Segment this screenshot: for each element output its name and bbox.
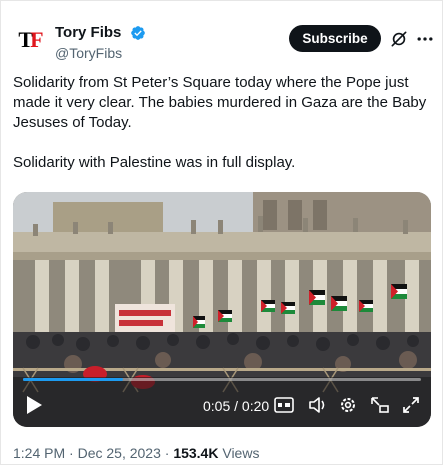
- captions-icon: [274, 397, 294, 413]
- tweet-meta: 1:24 PM · Dec 25, 2023 · 153.4K Views: [13, 445, 259, 461]
- avatar-letter-t: T: [18, 27, 33, 52]
- pip-icon: [371, 397, 389, 413]
- tweet-paragraph: Solidarity with Palestine was in full di…: [13, 154, 296, 171]
- views-count: 153.4K: [173, 445, 219, 461]
- video-player[interactable]: 0:05 / 0:20: [13, 192, 431, 427]
- video-progress-fill: [23, 378, 123, 381]
- tweet-card: TF Tory Fibs @ToryFibs Subscribe Solidar…: [0, 0, 443, 465]
- volume-icon: [309, 397, 325, 413]
- expand-icon: [403, 397, 419, 413]
- play-button[interactable]: [22, 393, 46, 417]
- author-info: Tory Fibs @ToryFibs: [55, 24, 146, 61]
- captions-button[interactable]: [273, 395, 295, 415]
- play-icon: [27, 396, 42, 414]
- tweet-timestamp[interactable]: 1:24 PM · Dec 25, 2023 ·: [13, 445, 173, 461]
- views-label: Views: [218, 445, 260, 461]
- subscribe-button[interactable]: Subscribe: [289, 25, 381, 52]
- volume-button[interactable]: [307, 395, 329, 415]
- display-name[interactable]: Tory Fibs: [55, 24, 121, 41]
- avatar-letter-f: F: [30, 27, 44, 52]
- avatar[interactable]: TF: [13, 23, 47, 57]
- video-progress-bar[interactable]: [23, 378, 421, 381]
- video-frame: [13, 192, 431, 427]
- verified-badge-icon: [131, 25, 145, 40]
- tweet-paragraph: Solidarity from St Peter’s Square today …: [13, 74, 427, 131]
- video-time: 0:05 / 0:20: [203, 398, 270, 414]
- handle[interactable]: @ToryFibs: [55, 45, 146, 61]
- pip-button[interactable]: [369, 395, 391, 415]
- settings-button[interactable]: [337, 395, 359, 415]
- grok-icon[interactable]: [389, 29, 409, 49]
- settings-icon: [341, 398, 355, 412]
- more-icon[interactable]: [414, 29, 436, 49]
- tweet-text: Solidarity from St Peter’s Square today …: [13, 73, 433, 173]
- fullscreen-button[interactable]: [400, 395, 422, 415]
